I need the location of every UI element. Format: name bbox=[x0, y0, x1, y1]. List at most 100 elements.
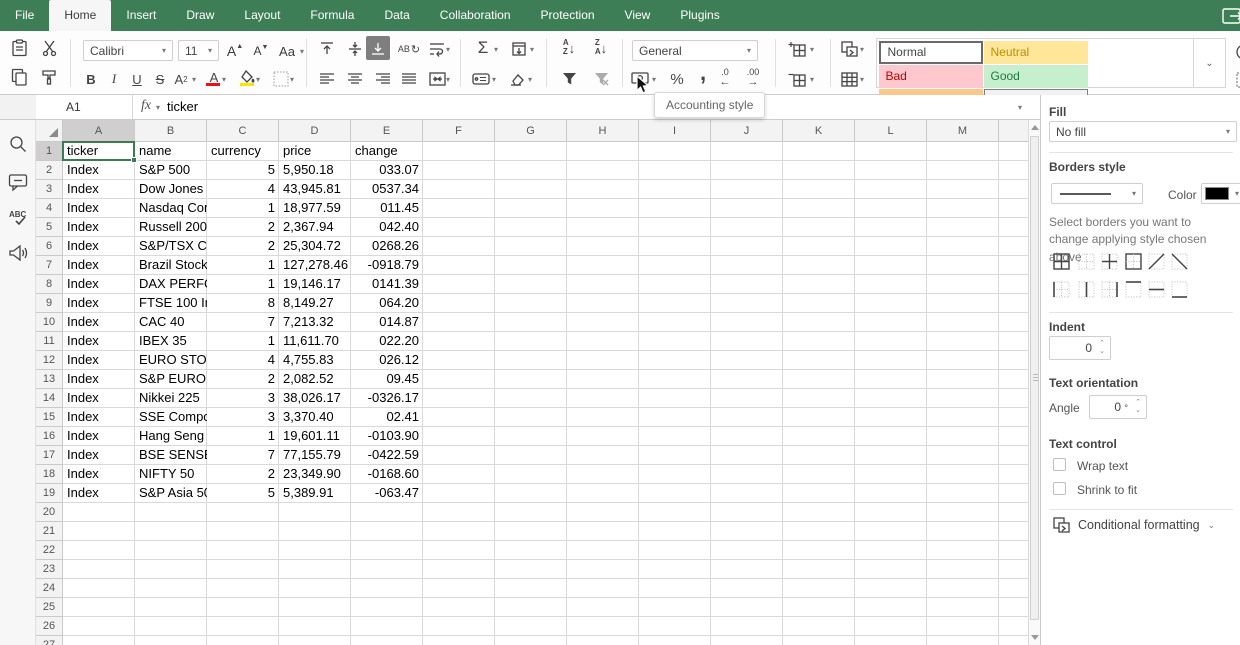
row-header-19[interactable]: 19 bbox=[36, 484, 63, 503]
border-inside-button[interactable] bbox=[1100, 252, 1118, 270]
named-ranges-arrow[interactable]: ▾ bbox=[492, 75, 496, 84]
cell[interactable]: 1 bbox=[207, 275, 279, 294]
border-top-button[interactable] bbox=[1124, 280, 1142, 298]
cell[interactable]: 5 bbox=[207, 484, 279, 503]
cell[interactable]: 1 bbox=[207, 332, 279, 351]
column-header-A[interactable]: A bbox=[63, 120, 135, 142]
tab-layout[interactable]: Layout bbox=[229, 0, 295, 31]
border-diagonal-down-button[interactable] bbox=[1170, 252, 1188, 270]
text-orientation-icon[interactable]: AB↻ bbox=[398, 38, 420, 60]
name-box-arrow[interactable]: ▾ bbox=[156, 103, 160, 112]
increase-decimal-icon[interactable]: .00→ bbox=[742, 67, 764, 89]
cell[interactable]: IBEX 35 bbox=[135, 332, 207, 351]
angle-up-arrow[interactable]: ⌃ bbox=[1135, 399, 1141, 407]
cell[interactable]: 7 bbox=[207, 446, 279, 465]
tab-collaboration[interactable]: Collaboration bbox=[425, 0, 526, 31]
cell[interactable]: 1 bbox=[207, 199, 279, 218]
tab-file[interactable]: File bbox=[0, 0, 49, 31]
align-bottom-icon[interactable] bbox=[366, 36, 390, 60]
increase-font-icon[interactable]: A▲ bbox=[224, 40, 246, 62]
cell-style-good[interactable]: Good bbox=[984, 65, 1088, 88]
open-file-location-icon[interactable] bbox=[1222, 6, 1240, 31]
angle-down-arrow[interactable]: ⌄ bbox=[1135, 407, 1141, 415]
cell[interactable]: 77,155.79 bbox=[279, 446, 351, 465]
spellcheck-icon[interactable]: ABC bbox=[8, 208, 28, 228]
cell[interactable]: NIFTY 50 bbox=[135, 465, 207, 484]
row-header-12[interactable]: 12 bbox=[36, 351, 63, 370]
cells-area[interactable]: tickernamecurrencypricechangeIndexS&P 50… bbox=[63, 142, 1028, 645]
cell[interactable]: BSE SENSEX bbox=[135, 446, 207, 465]
row-header-23[interactable]: 23 bbox=[36, 560, 63, 579]
partial-select-icon[interactable] bbox=[1232, 69, 1240, 91]
expand-formula-bar-icon[interactable]: ▾ bbox=[1018, 103, 1022, 112]
align-left-icon[interactable] bbox=[316, 68, 338, 90]
cell[interactable]: Index bbox=[63, 351, 135, 370]
cell[interactable]: -063.47 bbox=[351, 484, 423, 503]
cell[interactable]: change bbox=[351, 142, 423, 161]
cell[interactable]: Nikkei 225 bbox=[135, 389, 207, 408]
row-header-18[interactable]: 18 bbox=[36, 465, 63, 484]
cell[interactable]: Index bbox=[63, 313, 135, 332]
copy-button[interactable] bbox=[8, 66, 30, 88]
tab-data[interactable]: Data bbox=[369, 0, 424, 31]
cell[interactable]: Dow Jones I bbox=[135, 180, 207, 199]
column-header-L[interactable]: L bbox=[855, 120, 927, 142]
column-header-K[interactable]: K bbox=[783, 120, 855, 142]
cell[interactable]: 09.45 bbox=[351, 370, 423, 389]
decrease-decimal-icon[interactable]: .0← bbox=[714, 67, 736, 89]
subscript-arrow[interactable]: ▾ bbox=[192, 75, 196, 84]
column-header-J[interactable]: J bbox=[711, 120, 783, 142]
indent-up-arrow[interactable]: ⌃ bbox=[1099, 340, 1105, 348]
scroll-down-arrow[interactable] bbox=[1031, 635, 1039, 640]
selection-fill-handle[interactable] bbox=[131, 157, 137, 163]
delete-cells-arrow[interactable]: ▾ bbox=[810, 75, 814, 84]
cell[interactable]: 7 bbox=[207, 313, 279, 332]
tab-draw[interactable]: Draw bbox=[171, 0, 229, 31]
cell[interactable]: 7,213.32 bbox=[279, 313, 351, 332]
number-format-select[interactable]: General▾ bbox=[632, 40, 758, 61]
border-outside-button[interactable] bbox=[1124, 252, 1142, 270]
underline-button[interactable]: U bbox=[126, 68, 148, 90]
row-header-4[interactable]: 4 bbox=[36, 199, 63, 218]
cell-borders-arrow[interactable]: ▾ bbox=[290, 75, 294, 84]
row-header-26[interactable]: 26 bbox=[36, 617, 63, 636]
column-header-F[interactable]: F bbox=[423, 120, 495, 142]
cell[interactable]: Hang Seng I bbox=[135, 427, 207, 446]
vertical-scrollbar[interactable] bbox=[1028, 120, 1040, 645]
tab-formula[interactable]: Formula bbox=[295, 0, 369, 31]
cell[interactable]: 11,611.70 bbox=[279, 332, 351, 351]
column-header-C[interactable]: C bbox=[207, 120, 279, 142]
cell[interactable]: 02.41 bbox=[351, 408, 423, 427]
cell[interactable]: -0168.60 bbox=[351, 465, 423, 484]
border-color-select[interactable]: ▾ bbox=[1201, 183, 1240, 204]
row-header-22[interactable]: 22 bbox=[36, 541, 63, 560]
cell[interactable]: 1 bbox=[207, 427, 279, 446]
cell[interactable]: 026.12 bbox=[351, 351, 423, 370]
indent-stepper[interactable]: 0 ⌃⌄ bbox=[1049, 336, 1111, 360]
clear-filter-icon[interactable] bbox=[590, 68, 612, 90]
cell[interactable]: -0326.17 bbox=[351, 389, 423, 408]
cell[interactable]: S&P 500 bbox=[135, 161, 207, 180]
select-all-corner[interactable] bbox=[36, 120, 63, 142]
row-header-27[interactable]: 27 bbox=[36, 636, 63, 645]
wrap-text-arrow[interactable]: ▾ bbox=[446, 45, 450, 54]
border-diagonal-up-button[interactable] bbox=[1147, 252, 1165, 270]
comments-icon[interactable] bbox=[8, 172, 28, 192]
cell[interactable]: 4 bbox=[207, 180, 279, 199]
cell[interactable]: 2 bbox=[207, 370, 279, 389]
cell-style-neutral[interactable]: Neutral bbox=[984, 41, 1088, 64]
search-icon[interactable] bbox=[8, 134, 28, 154]
cell[interactable]: 8 bbox=[207, 294, 279, 313]
cell[interactable]: 022.20 bbox=[351, 332, 423, 351]
align-right-icon[interactable] bbox=[372, 68, 394, 90]
column-header-D[interactable]: D bbox=[279, 120, 351, 142]
feedback-icon[interactable] bbox=[8, 244, 28, 264]
cell[interactable]: 0268.26 bbox=[351, 237, 423, 256]
tab-view[interactable]: View bbox=[610, 0, 666, 31]
cell[interactable]: DAX PERFOR bbox=[135, 275, 207, 294]
row-header-6[interactable]: 6 bbox=[36, 237, 63, 256]
cell[interactable]: Index bbox=[63, 484, 135, 503]
row-header-16[interactable]: 16 bbox=[36, 427, 63, 446]
cell[interactable]: 014.87 bbox=[351, 313, 423, 332]
spreadsheet-grid[interactable]: ABCDEFGHIJKLM 12345678910111213141516171… bbox=[36, 120, 1028, 645]
